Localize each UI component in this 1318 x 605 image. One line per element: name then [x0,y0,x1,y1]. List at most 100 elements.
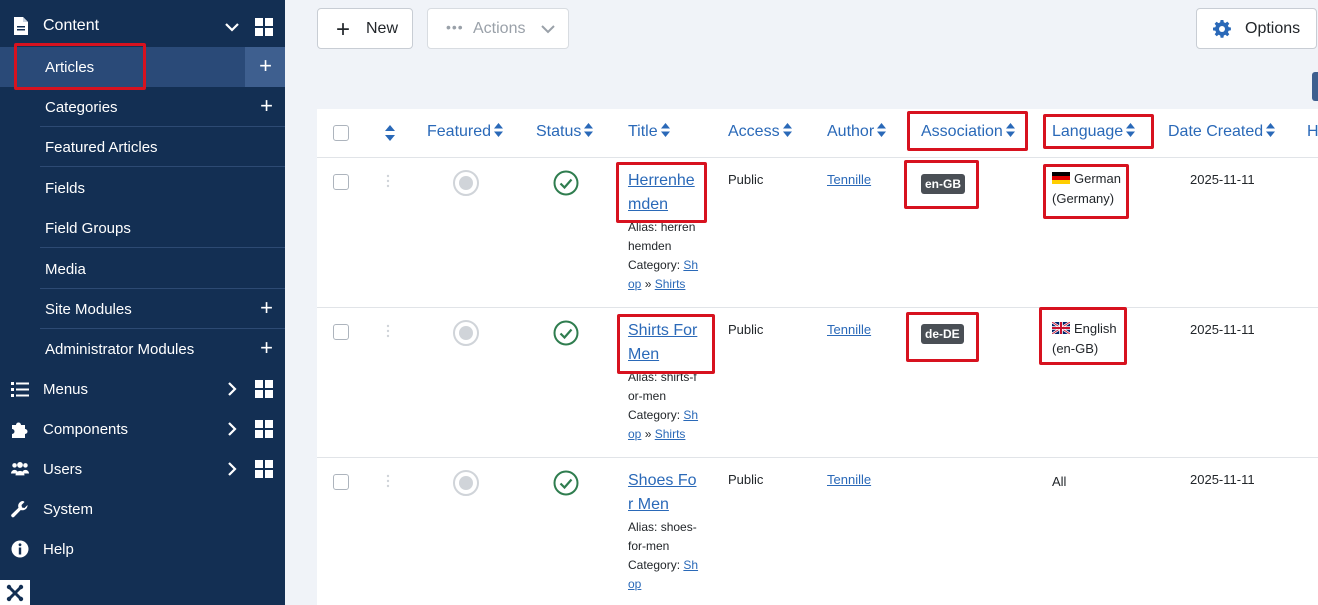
sidebar-item-label: Fields [45,180,86,197]
sort-icon [877,123,887,137]
sidebar-item-label: Users [43,461,83,478]
drag-handle-icon[interactable] [386,474,390,488]
new-button-label: New [366,20,399,37]
sidebar-item-label: Site Modules [45,301,132,318]
published-check-icon[interactable] [553,320,579,346]
chevron-down-icon [541,25,555,34]
divider [40,247,285,248]
header-label: Featured [427,123,492,140]
row-checkbox[interactable] [333,474,349,490]
divider [40,166,285,167]
author-link[interactable]: Tennille [827,322,871,337]
language-value: All [1052,472,1132,492]
divider [317,307,1318,308]
options-button[interactable]: Options [1196,8,1317,49]
ordering-sort-icon[interactable] [385,125,395,141]
sidebar-item-administrator-modules[interactable]: Administrator Modules + [0,329,285,369]
access-value: Public [728,472,764,487]
filter-toggle-button[interactable] [1312,72,1318,101]
sidebar-item-content[interactable]: Content [0,6,285,46]
sidebar-item-label: Featured Articles [45,139,158,156]
featured-toggle[interactable] [453,170,479,196]
sidebar: Content Articles + Categories + Featured… [0,0,285,605]
published-check-icon[interactable] [553,470,579,496]
column-header-status[interactable]: Status [536,123,594,141]
sidebar-item-label: System [43,501,94,518]
column-header-access[interactable]: Access [728,123,792,141]
column-header-author[interactable]: Author [827,123,887,141]
chevron-right-icon[interactable] [224,461,240,477]
alias-label: Alias: [628,520,658,534]
language-label: All [1052,474,1067,489]
article-meta: Alias: shirts-for-men Category: Shop » S… [628,368,700,444]
sort-icon [782,123,792,137]
sidebar-item-system[interactable]: System [0,489,285,529]
sidebar-item-categories[interactable]: Categories + [0,87,285,127]
sidebar-item-label: Administrator Modules [45,341,195,358]
plus-icon[interactable]: + [260,337,273,359]
sidebar-item-featured-articles[interactable]: Featured Articles [0,127,285,167]
category-child-link[interactable]: Shirts [655,277,686,291]
joomla-logo[interactable] [0,580,30,605]
sidebar-item-menus[interactable]: Menus [0,369,285,409]
column-header-hits[interactable]: H [1307,123,1318,141]
sidebar-item-site-modules[interactable]: Site Modules + [0,289,285,329]
actions-dropdown[interactable]: ••• Actions [427,8,569,49]
plus-icon[interactable]: + [260,95,273,117]
drag-handle-icon[interactable] [386,324,390,338]
dashboard-grid-icon[interactable] [255,460,273,478]
featured-toggle[interactable] [453,320,479,346]
sidebar-item-components[interactable]: Components [0,409,285,449]
sidebar-item-fields[interactable]: Fields [0,168,285,208]
category-separator: » [644,427,652,441]
sidebar-item-help[interactable]: Help [0,529,285,569]
row-checkbox[interactable] [333,174,349,190]
divider [317,457,1318,458]
category-child-link[interactable]: Shirts [655,427,686,441]
chevron-down-icon[interactable] [224,19,240,35]
article-title-link[interactable]: Shoes For Men [628,469,700,517]
sidebar-item-label: Field Groups [45,220,131,237]
row-checkbox[interactable] [333,324,349,340]
wrench-icon [11,501,28,518]
ellipsis-icon: ••• [446,19,464,35]
sort-icon [1266,123,1276,137]
article-meta: Alias: herrenhemden Category: Shop » Shi… [628,218,700,294]
header-label: Title [628,123,658,140]
dashboard-grid-icon[interactable] [255,380,273,398]
sort-icon [494,123,504,137]
header-label: Author [827,123,875,140]
plus-icon[interactable]: + [260,297,273,319]
published-check-icon[interactable] [553,170,579,196]
info-icon [11,540,29,558]
column-header-title[interactable]: Title [628,123,670,141]
sidebar-item-field-groups[interactable]: Field Groups [0,208,285,248]
highlight-box [906,312,979,362]
date-created-value: 2025-11-11 [1190,472,1255,487]
header-label: Date Created [1168,123,1264,140]
category-separator: » [644,277,652,291]
chevron-right-icon[interactable] [224,381,240,397]
date-created-value: 2025-11-11 [1190,322,1255,337]
highlight-box [14,43,146,90]
sidebar-item-users[interactable]: Users [0,449,285,489]
column-header-date-created[interactable]: Date Created [1168,123,1276,141]
sidebar-item-label: Components [43,421,129,438]
author-link[interactable]: Tennille [827,472,871,487]
drag-handle-icon[interactable] [386,174,390,188]
highlight-box [904,160,979,209]
author-link[interactable]: Tennille [827,172,871,187]
column-header-featured[interactable]: Featured [427,123,504,141]
featured-toggle[interactable] [453,470,479,496]
new-button[interactable]: + New [317,8,413,49]
sort-icon [584,123,594,137]
dashboard-grid-icon[interactable] [255,18,273,36]
dashboard-grid-icon[interactable] [255,420,273,438]
select-all-checkbox[interactable] [333,125,349,141]
highlight-box [616,162,707,223]
plus-icon: + [336,16,351,43]
header-label: Status [536,123,582,140]
chevron-right-icon[interactable] [224,421,240,437]
highlight-box [617,314,715,374]
sidebar-item-media[interactable]: Media [0,249,285,289]
